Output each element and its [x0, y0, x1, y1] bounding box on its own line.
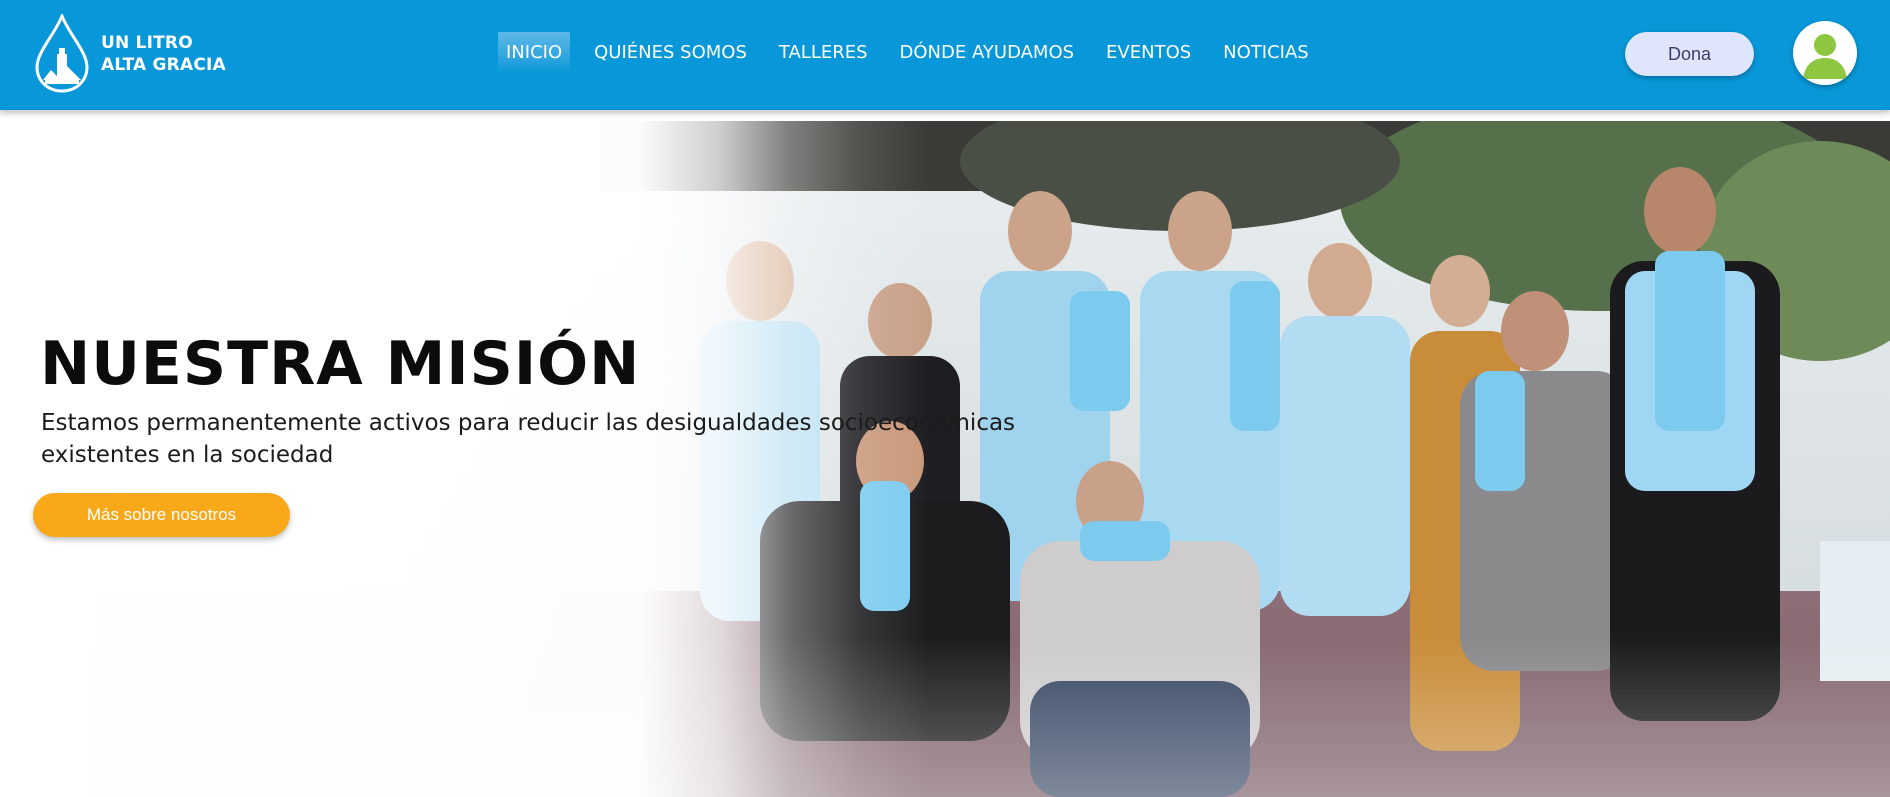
hero-subtitle-line-1: Estamos permanentemente activos para red…: [41, 410, 1016, 436]
hero-subtitle: Estamos permanentemente activos para red…: [41, 407, 1101, 471]
hero-section: NUESTRA MISIÓN Estamos permanentemente a…: [0, 121, 1890, 797]
nav-item-quienes-somos[interactable]: QUIÉNES SOMOS: [586, 32, 755, 74]
logo-line-1: UN LITRO: [101, 33, 193, 53]
hero-title: NUESTRA MISIÓN: [40, 329, 641, 399]
more-about-us-button[interactable]: Más sobre nosotros: [33, 493, 290, 537]
site-header: UN LITRO ALTA GRACIA INICIO QUIÉNES SOMO…: [0, 0, 1890, 110]
main-nav: INICIO QUIÉNES SOMOS TALLERES DÓNDE AYUD…: [498, 32, 1333, 74]
nav-item-eventos[interactable]: EVENTOS: [1098, 32, 1199, 74]
hero-subtitle-line-2: existentes en la sociedad: [41, 442, 334, 468]
nav-item-donde-ayudamos[interactable]: DÓNDE AYUDAMOS: [892, 32, 1083, 74]
user-avatar-button[interactable]: [1793, 21, 1857, 85]
logo-line-2: ALTA GRACIA: [101, 55, 226, 75]
nav-item-noticias[interactable]: NOTICIAS: [1215, 32, 1317, 74]
water-drop-logo-icon: [35, 14, 89, 93]
site-logo[interactable]: UN LITRO ALTA GRACIA: [33, 14, 233, 94]
user-avatar-icon: [1803, 34, 1847, 79]
nav-item-talleres[interactable]: TALLERES: [771, 32, 876, 74]
nav-item-inicio[interactable]: INICIO: [498, 32, 571, 74]
donate-button[interactable]: Dona: [1625, 32, 1754, 76]
logo-text: UN LITRO ALTA GRACIA: [101, 32, 226, 76]
